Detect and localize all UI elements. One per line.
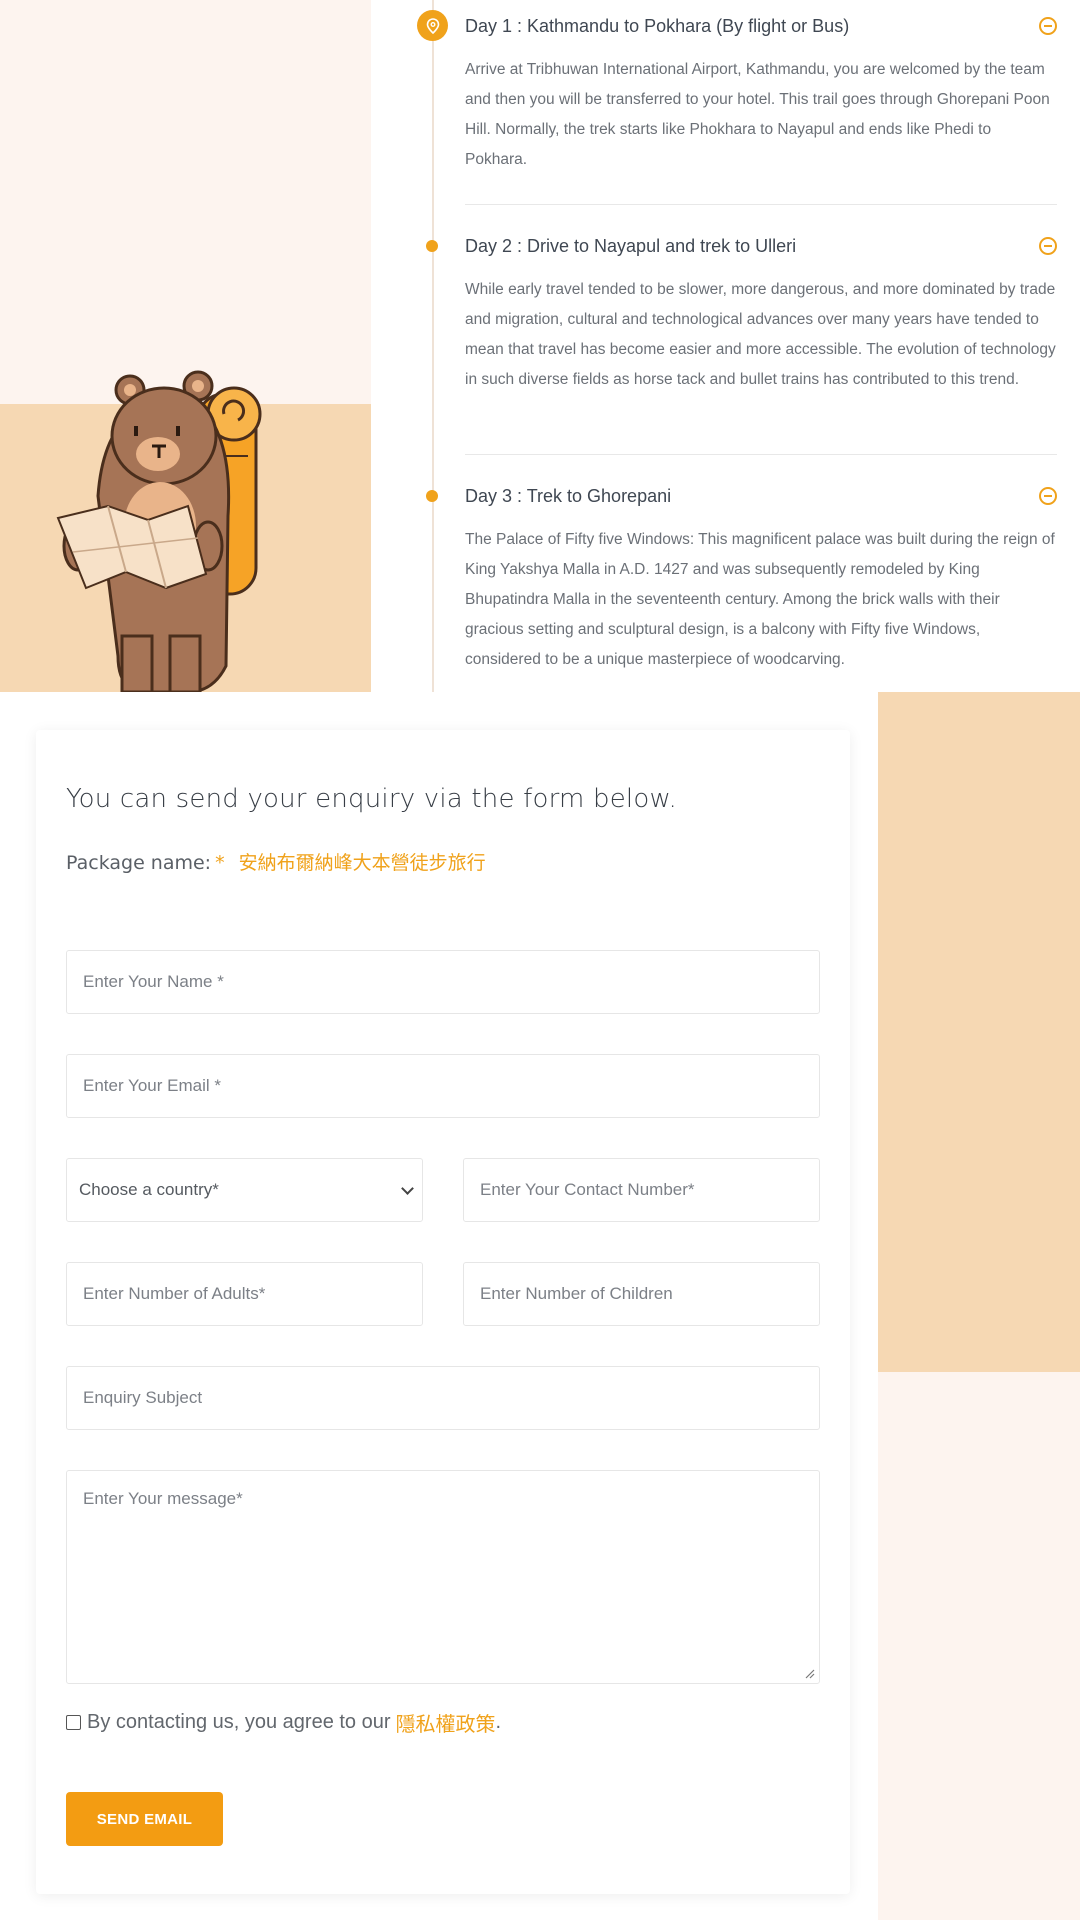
message-textarea[interactable]: Enter Your message* bbox=[66, 1470, 820, 1684]
collapse-icon[interactable] bbox=[1039, 487, 1057, 505]
package-name-row: Package name: * 安納布爾納峰大本營徒步旅行 bbox=[66, 848, 486, 875]
illustration-panel bbox=[0, 0, 371, 692]
consent-period: . bbox=[495, 1711, 502, 1733]
timeline-dot bbox=[426, 240, 438, 252]
chevron-down-icon bbox=[401, 1182, 414, 1195]
children-placeholder: Enter Number of Children bbox=[480, 1284, 673, 1303]
resize-grip-icon[interactable] bbox=[803, 1667, 815, 1679]
hiking-bear-illustration bbox=[56, 370, 262, 692]
collapse-icon[interactable] bbox=[1039, 237, 1057, 255]
country-select[interactable]: Choose a country* bbox=[66, 1158, 423, 1222]
contact-placeholder: Enter Your Contact Number* bbox=[480, 1180, 695, 1199]
itinerary-section: Day 1 : Kathmandu to Pokhara (By flight … bbox=[0, 0, 1080, 692]
day-description: Arrive at Tribhuwan International Airpor… bbox=[465, 61, 1050, 168]
day-title: Day 2 : Drive to Nayapul and trek to Ull… bbox=[465, 236, 797, 256]
day-divider bbox=[465, 454, 1057, 455]
day-title: Day 1 : Kathmandu to Pokhara (By flight … bbox=[465, 16, 850, 36]
itinerary-day-3: Day 3 : Trek to Ghorepani The Palace of … bbox=[465, 481, 1057, 675]
send-email-button[interactable]: SEND EMAIL bbox=[66, 1792, 223, 1846]
name-placeholder: Enter Your Name * bbox=[83, 972, 224, 991]
day-header[interactable]: Day 2 : Drive to Nayapul and trek to Ull… bbox=[465, 231, 1057, 261]
name-input[interactable]: Enter Your Name * bbox=[66, 950, 820, 1014]
country-selected-value: Choose a country* bbox=[79, 1180, 219, 1199]
consent-row: By contacting us, you agree to our 隱私權政策… bbox=[66, 1708, 501, 1737]
consent-checkbox[interactable] bbox=[66, 1715, 81, 1730]
message-placeholder: Enter Your message* bbox=[83, 1489, 243, 1508]
email-placeholder: Enter Your Email * bbox=[83, 1076, 221, 1095]
package-name-label: Package name: bbox=[66, 852, 212, 874]
day-header[interactable]: Day 1 : Kathmandu to Pokhara (By flight … bbox=[465, 11, 1057, 41]
timeline-line bbox=[432, 0, 434, 692]
children-input[interactable]: Enter Number of Children bbox=[463, 1262, 820, 1326]
adults-input[interactable]: Enter Number of Adults* bbox=[66, 1262, 423, 1326]
subject-placeholder: Enquiry Subject bbox=[83, 1388, 203, 1407]
location-pin-icon bbox=[417, 10, 448, 41]
consent-text: By contacting us, you agree to our bbox=[87, 1711, 391, 1733]
itinerary-day-1: Day 1 : Kathmandu to Pokhara (By flight … bbox=[465, 11, 1057, 175]
timeline-dot bbox=[426, 490, 438, 502]
decorative-side-panel bbox=[878, 692, 1080, 1920]
day-header[interactable]: Day 3 : Trek to Ghorepani bbox=[465, 481, 1057, 511]
privacy-policy-link[interactable]: 隱私權政策 bbox=[396, 1708, 496, 1737]
form-heading: You can send your enquiry via the form b… bbox=[66, 784, 677, 814]
enquiry-form-card: You can send your enquiry via the form b… bbox=[36, 730, 850, 1894]
required-mark: * bbox=[215, 852, 225, 874]
day-description: While early travel tended to be slower, … bbox=[465, 281, 1056, 388]
day-divider bbox=[465, 204, 1057, 205]
decorative-side-panel-top bbox=[878, 692, 1080, 1372]
collapse-icon[interactable] bbox=[1039, 17, 1057, 35]
package-name-value: 安納布爾納峰大本營徒步旅行 bbox=[238, 852, 486, 874]
contact-number-input[interactable]: Enter Your Contact Number* bbox=[463, 1158, 820, 1222]
adults-placeholder: Enter Number of Adults* bbox=[83, 1284, 266, 1303]
subject-input[interactable]: Enquiry Subject bbox=[66, 1366, 820, 1430]
email-input[interactable]: Enter Your Email * bbox=[66, 1054, 820, 1118]
day-description: The Palace of Fifty five Windows: This m… bbox=[465, 531, 1055, 668]
itinerary-day-2: Day 2 : Drive to Nayapul and trek to Ull… bbox=[465, 231, 1057, 395]
day-title: Day 3 : Trek to Ghorepani bbox=[465, 486, 672, 506]
